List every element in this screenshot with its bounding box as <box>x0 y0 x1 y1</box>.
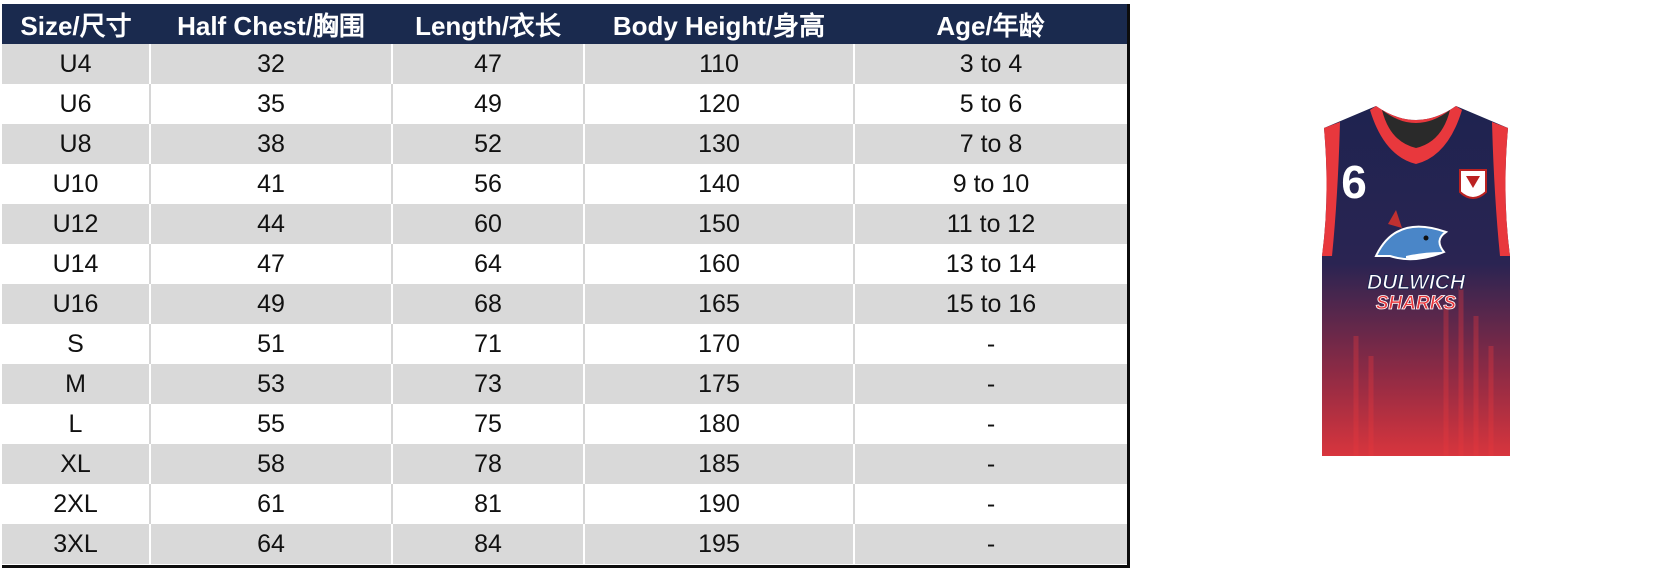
cell-age: - <box>854 364 1127 404</box>
cell-half-chest: 53 <box>150 364 393 404</box>
cell-length: 56 <box>392 164 585 204</box>
cell-age: 15 to 16 <box>854 284 1127 324</box>
cell-size: U12 <box>2 204 151 244</box>
cell-age: - <box>854 404 1127 444</box>
cell-age: 11 to 12 <box>854 204 1127 244</box>
cell-length: 73 <box>392 364 585 404</box>
table-row: U12 44 60 150 11 to 12 <box>2 204 1127 244</box>
cell-length: 49 <box>392 84 585 124</box>
header-age: Age/年龄 <box>854 4 1127 44</box>
cell-body-height: 110 <box>584 44 855 84</box>
cell-size: U8 <box>2 124 151 164</box>
cell-length: 84 <box>392 524 585 564</box>
cell-age: 13 to 14 <box>854 244 1127 284</box>
table-row: 2XL 61 81 190- <box>2 484 1127 524</box>
cell-half-chest: 64 <box>150 524 393 564</box>
cell-half-chest: 41 <box>150 164 393 204</box>
header-half-chest: Half Chest/胸围 <box>150 4 392 44</box>
cell-size: M <box>2 364 151 404</box>
cell-length: 78 <box>392 444 585 484</box>
cell-size: L <box>2 404 151 444</box>
jersey-number: 6 <box>1341 156 1367 208</box>
table-row: U6 35 49 120 5 to 6 <box>2 84 1127 124</box>
table-row: XL 58 78 185- <box>2 444 1127 484</box>
cell-size: U14 <box>2 244 151 284</box>
cell-body-height: 195 <box>584 524 855 564</box>
cell-half-chest: 35 <box>150 84 393 124</box>
cell-half-chest: 47 <box>150 244 393 284</box>
cell-age: - <box>854 484 1127 524</box>
cell-body-height: 120 <box>584 84 855 124</box>
cell-body-height: 170 <box>584 324 855 364</box>
cell-body-height: 140 <box>584 164 855 204</box>
cell-length: 75 <box>392 404 585 444</box>
cell-age: 5 to 6 <box>854 84 1127 124</box>
cell-size: U16 <box>2 284 151 324</box>
cell-half-chest: 44 <box>150 204 393 244</box>
cell-length: 64 <box>392 244 585 284</box>
cell-size: 3XL <box>2 524 151 564</box>
cell-size: XL <box>2 444 151 484</box>
table-row: L 55 75 180- <box>2 404 1127 444</box>
cell-body-height: 165 <box>584 284 855 324</box>
cell-age: 9 to 10 <box>854 164 1127 204</box>
cell-size: U10 <box>2 164 151 204</box>
cell-age: - <box>854 324 1127 364</box>
cell-body-height: 130 <box>584 124 855 164</box>
cell-half-chest: 32 <box>150 44 393 84</box>
table-row: U10 41 56 140 9 to 10 <box>2 164 1127 204</box>
cell-body-height: 180 <box>584 404 855 444</box>
table-row: U4 32 47 110 3 to 4 <box>2 44 1127 84</box>
jersey-team-line1: DULWICH <box>1367 271 1466 294</box>
header-length: Length/衣长 <box>392 4 584 44</box>
cell-length: 47 <box>392 44 585 84</box>
cell-body-height: 150 <box>584 204 855 244</box>
cell-body-height: 175 <box>584 364 855 404</box>
cell-body-height: 160 <box>584 244 855 284</box>
cell-half-chest: 58 <box>150 444 393 484</box>
size-chart: Size/尺寸 Half Chest/胸围 Length/衣长 Body Hei… <box>2 4 1130 568</box>
table-row: U14 47 64 160 13 to 14 <box>2 244 1127 284</box>
cell-age: 7 to 8 <box>854 124 1127 164</box>
table-header-row: Size/尺寸 Half Chest/胸围 Length/衣长 Body Hei… <box>2 4 1127 44</box>
cell-length: 52 <box>392 124 585 164</box>
table-row: 3XL 64 84 195- <box>2 524 1127 564</box>
table-row: M 53 73 175- <box>2 364 1127 404</box>
table-row: S 51 71 170- <box>2 324 1127 364</box>
cell-length: 81 <box>392 484 585 524</box>
cell-size: S <box>2 324 151 364</box>
cell-body-height: 185 <box>584 444 855 484</box>
crest-icon <box>1459 169 1487 199</box>
cell-size: 2XL <box>2 484 151 524</box>
table-row: U8 38 52 130 7 to 8 <box>2 124 1127 164</box>
cell-length: 68 <box>392 284 585 324</box>
cell-size: U4 <box>2 44 151 84</box>
header-size: Size/尺寸 <box>2 4 150 44</box>
cell-half-chest: 38 <box>150 124 393 164</box>
cell-half-chest: 61 <box>150 484 393 524</box>
cell-age: - <box>854 444 1127 484</box>
cell-half-chest: 55 <box>150 404 393 444</box>
table-row: U16 49 68 165 15 to 16 <box>2 284 1127 324</box>
cell-age: 3 to 4 <box>854 44 1127 84</box>
cell-age: - <box>854 524 1127 564</box>
size-table: Size/尺寸 Half Chest/胸围 Length/衣长 Body Hei… <box>2 4 1127 564</box>
cell-half-chest: 49 <box>150 284 393 324</box>
cell-body-height: 190 <box>584 484 855 524</box>
cell-size: U6 <box>2 84 151 124</box>
cell-length: 71 <box>392 324 585 364</box>
jersey-team-line2: SHARKS <box>1376 293 1457 314</box>
cell-half-chest: 51 <box>150 324 393 364</box>
header-body-height: Body Height/身高 <box>584 4 854 44</box>
cell-length: 60 <box>392 204 585 244</box>
jersey-image: 6 DULWICH SHARKS <box>1322 106 1510 456</box>
